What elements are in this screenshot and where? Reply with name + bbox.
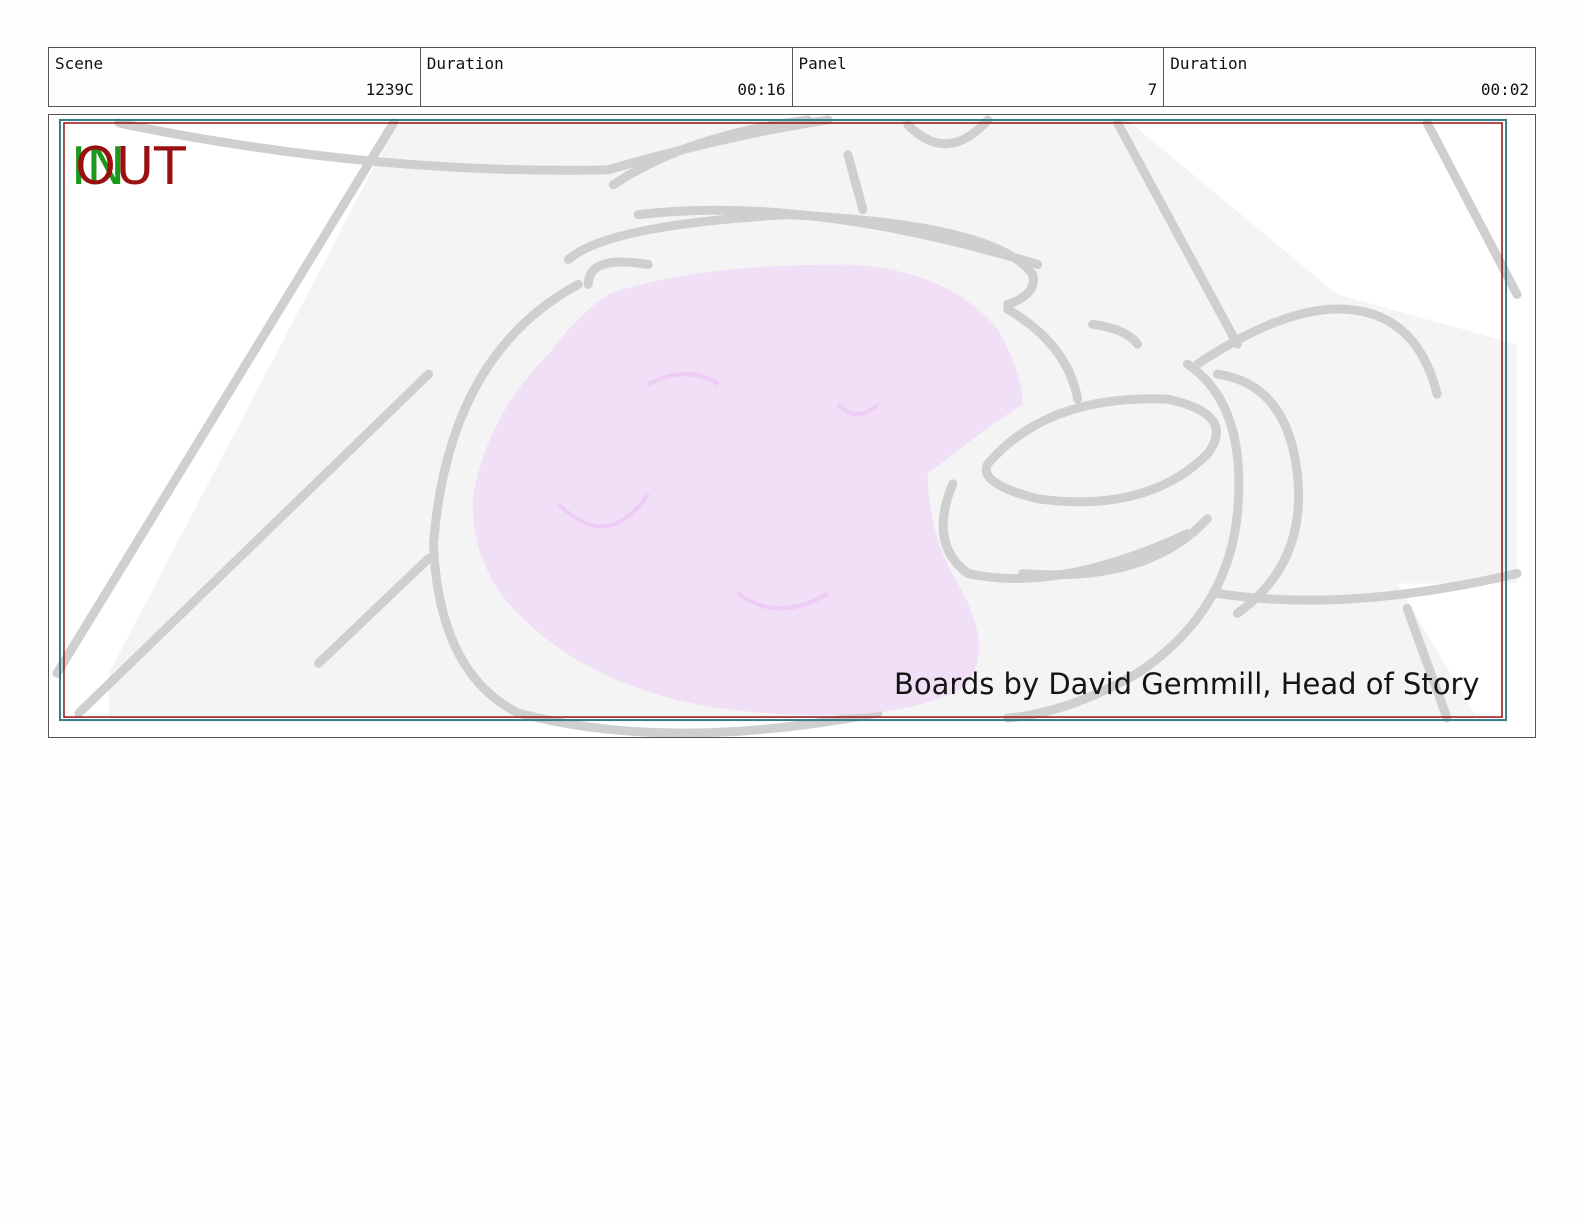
scene-duration-cell: Duration 00:16 [421, 48, 793, 106]
storyboard-sketch [52, 115, 1522, 737]
panel-duration-cell: Duration 00:02 [1164, 48, 1535, 106]
out-marker: OUT [75, 137, 186, 197]
scene-label: Scene [55, 54, 104, 73]
panel-duration-value: 00:02 [1480, 80, 1529, 99]
scene-duration-value: 00:16 [737, 80, 786, 99]
panel-caption: Boards by David Gemmill, Head of Story [894, 667, 1480, 701]
panel-duration-label: Duration [1170, 54, 1248, 73]
panel-value: 7 [1147, 80, 1158, 99]
sketch-line [1422, 118, 1522, 299]
panel-label: Panel [798, 54, 847, 73]
scene-value: 1239C [365, 80, 414, 99]
panel-info-bar: Scene 1239C Duration 00:16 Panel 7 Durat… [48, 47, 1536, 107]
in-out-marker: IN OUT [71, 137, 211, 197]
storyboard-panel: IN OUT Boards by David Gemmill, Head of … [48, 114, 1536, 738]
panel-cell: Panel 7 [793, 48, 1165, 106]
scene-cell: Scene 1239C [49, 48, 421, 106]
scene-duration-label: Duration [426, 54, 504, 73]
